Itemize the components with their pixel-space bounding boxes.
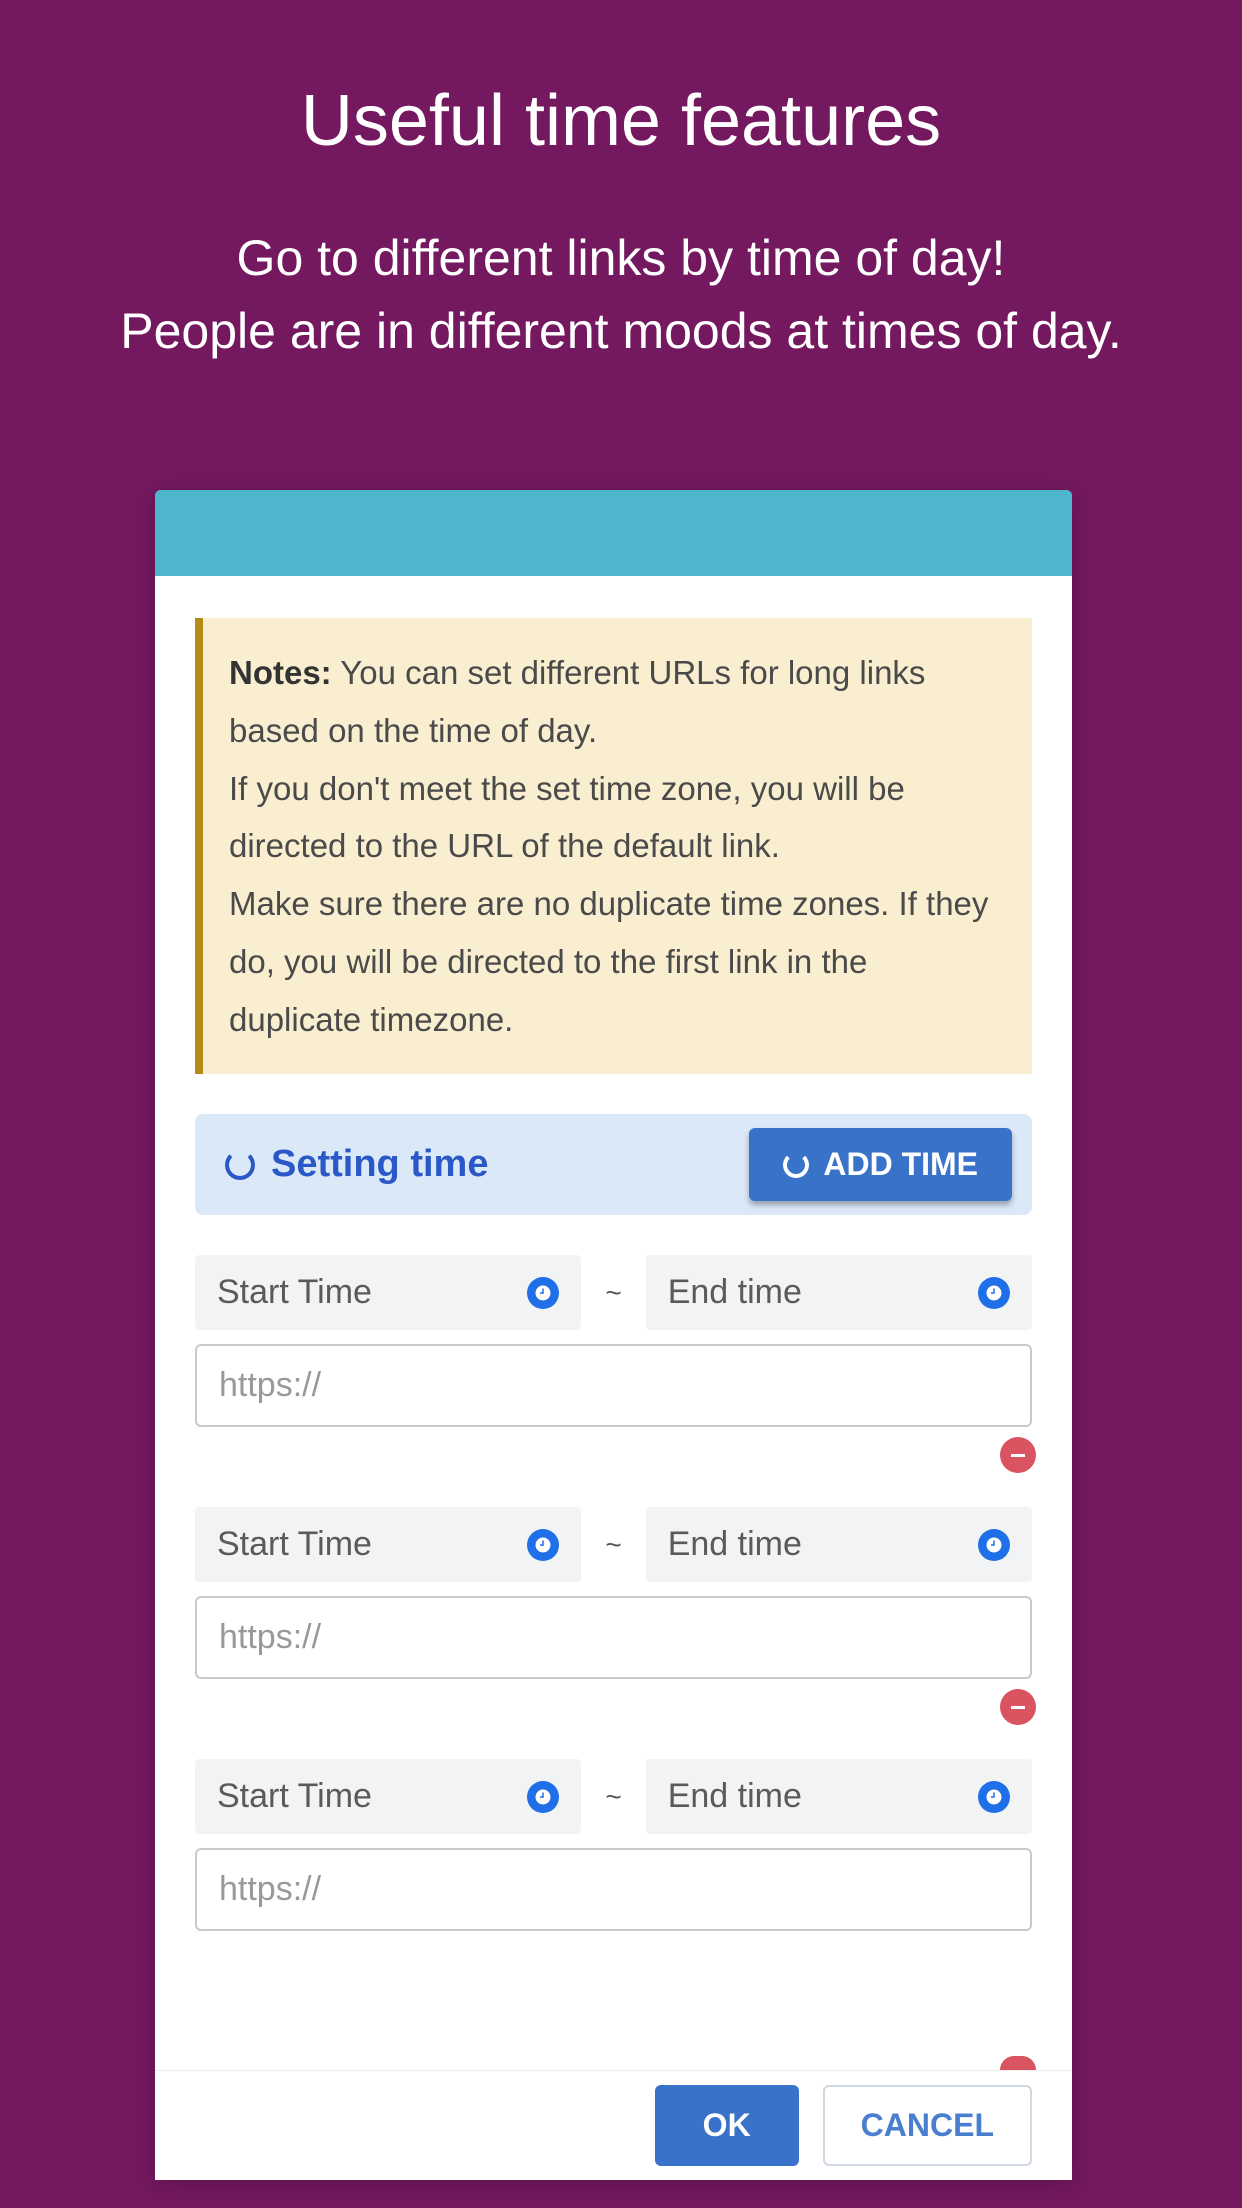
clock-icon bbox=[783, 1152, 809, 1178]
range-separator: ~ bbox=[605, 1277, 621, 1309]
notes-text: You can set different URLs for long link… bbox=[229, 654, 988, 1038]
url-input[interactable] bbox=[195, 1848, 1032, 1931]
end-time-input[interactable]: End time bbox=[646, 1759, 1032, 1834]
end-time-label: End time bbox=[668, 1273, 802, 1312]
clock-icon bbox=[225, 1150, 255, 1180]
time-entry: Start Time ~ End time bbox=[195, 1255, 1032, 1427]
add-time-label: ADD TIME bbox=[823, 1146, 978, 1183]
time-row: Start Time ~ End time bbox=[195, 1255, 1032, 1330]
subtitle-line-2: People are in different moods at times o… bbox=[120, 303, 1122, 359]
ok-button[interactable]: OK bbox=[655, 2085, 799, 2166]
modal-header-bar bbox=[155, 490, 1072, 576]
page-title: Useful time features bbox=[0, 0, 1242, 162]
clock-icon bbox=[978, 1781, 1010, 1813]
notes-box: Notes: You can set different URLs for lo… bbox=[195, 618, 1032, 1074]
range-separator: ~ bbox=[605, 1529, 621, 1561]
clock-icon bbox=[527, 1529, 559, 1561]
range-separator: ~ bbox=[605, 1781, 621, 1813]
start-time-label: Start Time bbox=[217, 1273, 372, 1312]
add-time-button[interactable]: ADD TIME bbox=[749, 1128, 1012, 1201]
end-time-label: End time bbox=[668, 1525, 802, 1564]
subtitle-line-1: Go to different links by time of day! bbox=[237, 230, 1006, 286]
remove-entry-button[interactable] bbox=[1000, 1437, 1036, 1473]
section-title-label: Setting time bbox=[271, 1143, 488, 1186]
page-subtitle: Go to different links by time of day! Pe… bbox=[0, 162, 1242, 367]
time-row: Start Time ~ End time bbox=[195, 1507, 1032, 1582]
minus-icon bbox=[1011, 1706, 1025, 1709]
settings-modal: Notes: You can set different URLs for lo… bbox=[155, 490, 1072, 2180]
cancel-button[interactable]: CANCEL bbox=[823, 2085, 1032, 2166]
start-time-label: Start Time bbox=[217, 1777, 372, 1816]
url-input[interactable] bbox=[195, 1596, 1032, 1679]
clock-icon bbox=[527, 1781, 559, 1813]
start-time-input[interactable]: Start Time bbox=[195, 1255, 581, 1330]
start-time-label: Start Time bbox=[217, 1525, 372, 1564]
modal-body: Notes: You can set different URLs for lo… bbox=[155, 576, 1072, 2070]
notes-label: Notes: bbox=[229, 654, 332, 691]
time-entry: Start Time ~ End time bbox=[195, 1507, 1032, 1679]
start-time-input[interactable]: Start Time bbox=[195, 1759, 581, 1834]
url-input[interactable] bbox=[195, 1344, 1032, 1427]
modal-footer: OK CANCEL bbox=[155, 2070, 1072, 2180]
clock-icon bbox=[527, 1277, 559, 1309]
section-title: Setting time bbox=[225, 1143, 488, 1186]
remove-entry-button[interactable] bbox=[1000, 1689, 1036, 1725]
start-time-input[interactable]: Start Time bbox=[195, 1507, 581, 1582]
end-time-input[interactable]: End time bbox=[646, 1255, 1032, 1330]
time-entry: Start Time ~ End time bbox=[195, 1759, 1032, 1931]
time-row: Start Time ~ End time bbox=[195, 1759, 1032, 1834]
remove-entry-button[interactable] bbox=[1000, 2056, 1036, 2070]
setting-time-section: Setting time ADD TIME bbox=[195, 1114, 1032, 1215]
minus-icon bbox=[1011, 1454, 1025, 1457]
end-time-label: End time bbox=[668, 1777, 802, 1816]
clock-icon bbox=[978, 1529, 1010, 1561]
clock-icon bbox=[978, 1277, 1010, 1309]
end-time-input[interactable]: End time bbox=[646, 1507, 1032, 1582]
